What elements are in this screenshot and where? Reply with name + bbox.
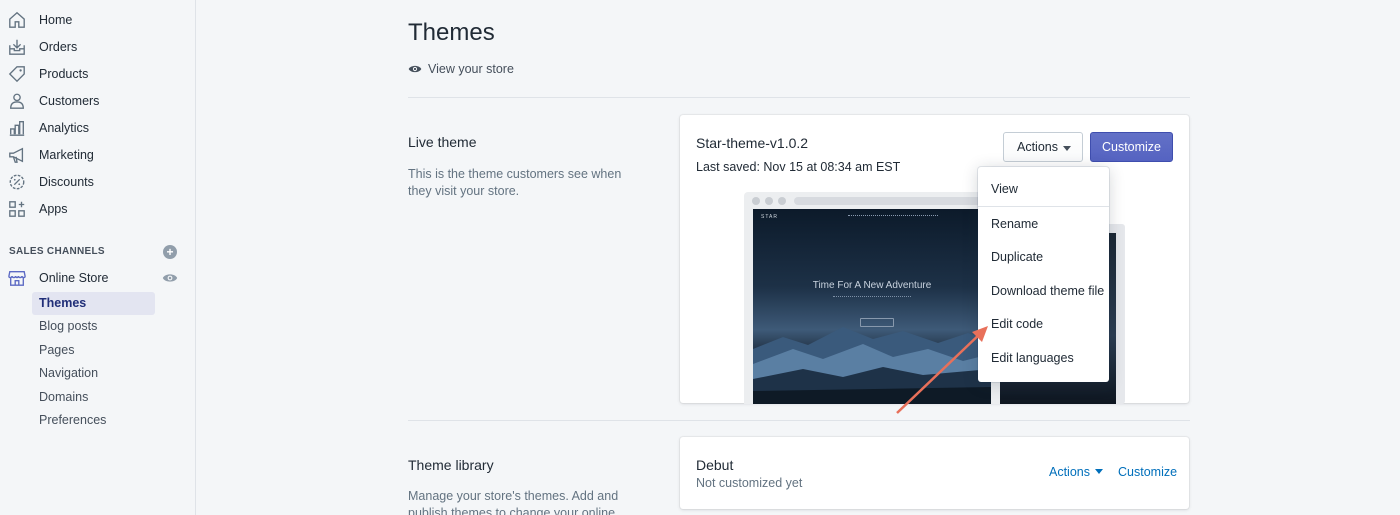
- sidebar-item-marketing[interactable]: Marketing: [0, 143, 195, 167]
- sidebar-subitem-themes[interactable]: Themes: [32, 292, 155, 315]
- sidebar-item-analytics[interactable]: Analytics: [0, 116, 195, 140]
- sidebar-item-label: Discounts: [39, 175, 94, 189]
- sidebar-item-customers[interactable]: Customers: [0, 89, 195, 113]
- bar-chart-icon: [9, 121, 25, 136]
- sidebar-subitem-preferences[interactable]: Preferences: [32, 409, 155, 432]
- eye-icon[interactable]: [162, 272, 178, 284]
- actions-label: Actions: [1017, 140, 1058, 154]
- preview-hero-title: Time For A New Adventure: [812, 280, 932, 291]
- orders-icon: [9, 39, 25, 55]
- sidebar-item-discounts[interactable]: Discounts: [0, 170, 195, 194]
- add-sales-channel-button[interactable]: +: [163, 245, 177, 259]
- menu-item-edit-languages[interactable]: Edit languages: [978, 343, 1109, 373]
- tag-icon: [8, 66, 25, 83]
- discount-icon: [9, 174, 25, 190]
- sidebar-item-orders[interactable]: Orders: [0, 35, 195, 59]
- megaphone-icon: [9, 147, 24, 163]
- library-customize-button[interactable]: Customize: [1118, 465, 1177, 479]
- preview-hero-subtitle: [833, 296, 911, 301]
- person-icon: [10, 93, 24, 109]
- library-theme-card: Debut Not customized yet Actions Customi…: [680, 437, 1189, 509]
- sidebar-item-label: Analytics: [39, 121, 90, 135]
- sidebar-item-products[interactable]: Products: [0, 62, 195, 86]
- library-actions-button[interactable]: Actions: [1049, 465, 1103, 479]
- live-theme-name: Star-theme-v1.0.2: [696, 135, 809, 151]
- menu-item-download-theme-file[interactable]: Download theme file: [978, 276, 1109, 306]
- preview-logo: STAR: [761, 214, 778, 220]
- sidebar-item-label: Online Store: [39, 271, 109, 285]
- sidebar-item-label: Home: [39, 13, 73, 27]
- eye-icon: [408, 65, 422, 73]
- annotation-arrow: [896, 326, 988, 414]
- sidebar: Home Orders Products Customers Analytics…: [0, 0, 196, 515]
- view-store-link[interactable]: View your store: [408, 62, 514, 76]
- caret-down-icon: [1063, 146, 1071, 151]
- sales-channels-title: SALES CHANNELS: [9, 246, 105, 257]
- customize-button[interactable]: Customize: [1090, 132, 1173, 162]
- caret-down-icon: [1095, 469, 1103, 474]
- view-store-label: View your store: [428, 62, 514, 76]
- actions-button[interactable]: Actions: [1003, 132, 1083, 162]
- sidebar-item-apps[interactable]: Apps: [0, 197, 195, 221]
- browser-urlbar: [794, 197, 994, 205]
- actions-dropdown-menu: View Rename Duplicate Download theme fil…: [978, 167, 1109, 382]
- sidebar-item-label: Marketing: [39, 148, 94, 162]
- preview-hero-button: [860, 318, 894, 327]
- live-theme-last-saved: Last saved: Nov 15 at 08:34 am EST: [696, 160, 901, 174]
- sidebar-item-label: Products: [39, 67, 89, 81]
- divider: [408, 97, 1190, 98]
- sidebar-item-label: Customers: [39, 94, 100, 108]
- library-actions-label: Actions: [1049, 465, 1090, 479]
- sidebar-item-home[interactable]: Home: [0, 8, 195, 32]
- divider: [408, 420, 1190, 421]
- theme-library-description: Manage your store's themes. Add and publ…: [408, 489, 619, 515]
- library-theme-name: Debut: [696, 457, 734, 473]
- sidebar-subitem-blog-posts[interactable]: Blog posts: [32, 315, 155, 338]
- browser-dots: [752, 197, 786, 205]
- home-icon: [9, 11, 25, 28]
- menu-separator: [978, 206, 1109, 207]
- theme-library-heading: Theme library: [408, 457, 494, 473]
- store-icon: [8, 271, 26, 286]
- sidebar-subitem-navigation[interactable]: Navigation: [32, 362, 155, 385]
- menu-item-rename[interactable]: Rename: [978, 209, 1109, 239]
- sidebar-subitem-domains[interactable]: Domains: [32, 386, 155, 409]
- live-theme-heading: Live theme: [408, 134, 477, 150]
- sidebar-item-label: Apps: [39, 202, 68, 216]
- sidebar-subitem-pages[interactable]: Pages: [32, 339, 155, 362]
- menu-item-duplicate[interactable]: Duplicate: [978, 242, 1109, 272]
- page-title: Themes: [408, 19, 495, 46]
- menu-item-view[interactable]: View: [978, 174, 1109, 204]
- apps-icon: [9, 201, 25, 217]
- sidebar-item-label: Orders: [39, 40, 78, 54]
- menu-item-edit-code[interactable]: Edit code: [978, 309, 1109, 339]
- library-theme-status: Not customized yet: [696, 476, 803, 490]
- preview-nav: [848, 215, 938, 218]
- live-theme-description: This is the theme customers see when the…: [408, 167, 622, 198]
